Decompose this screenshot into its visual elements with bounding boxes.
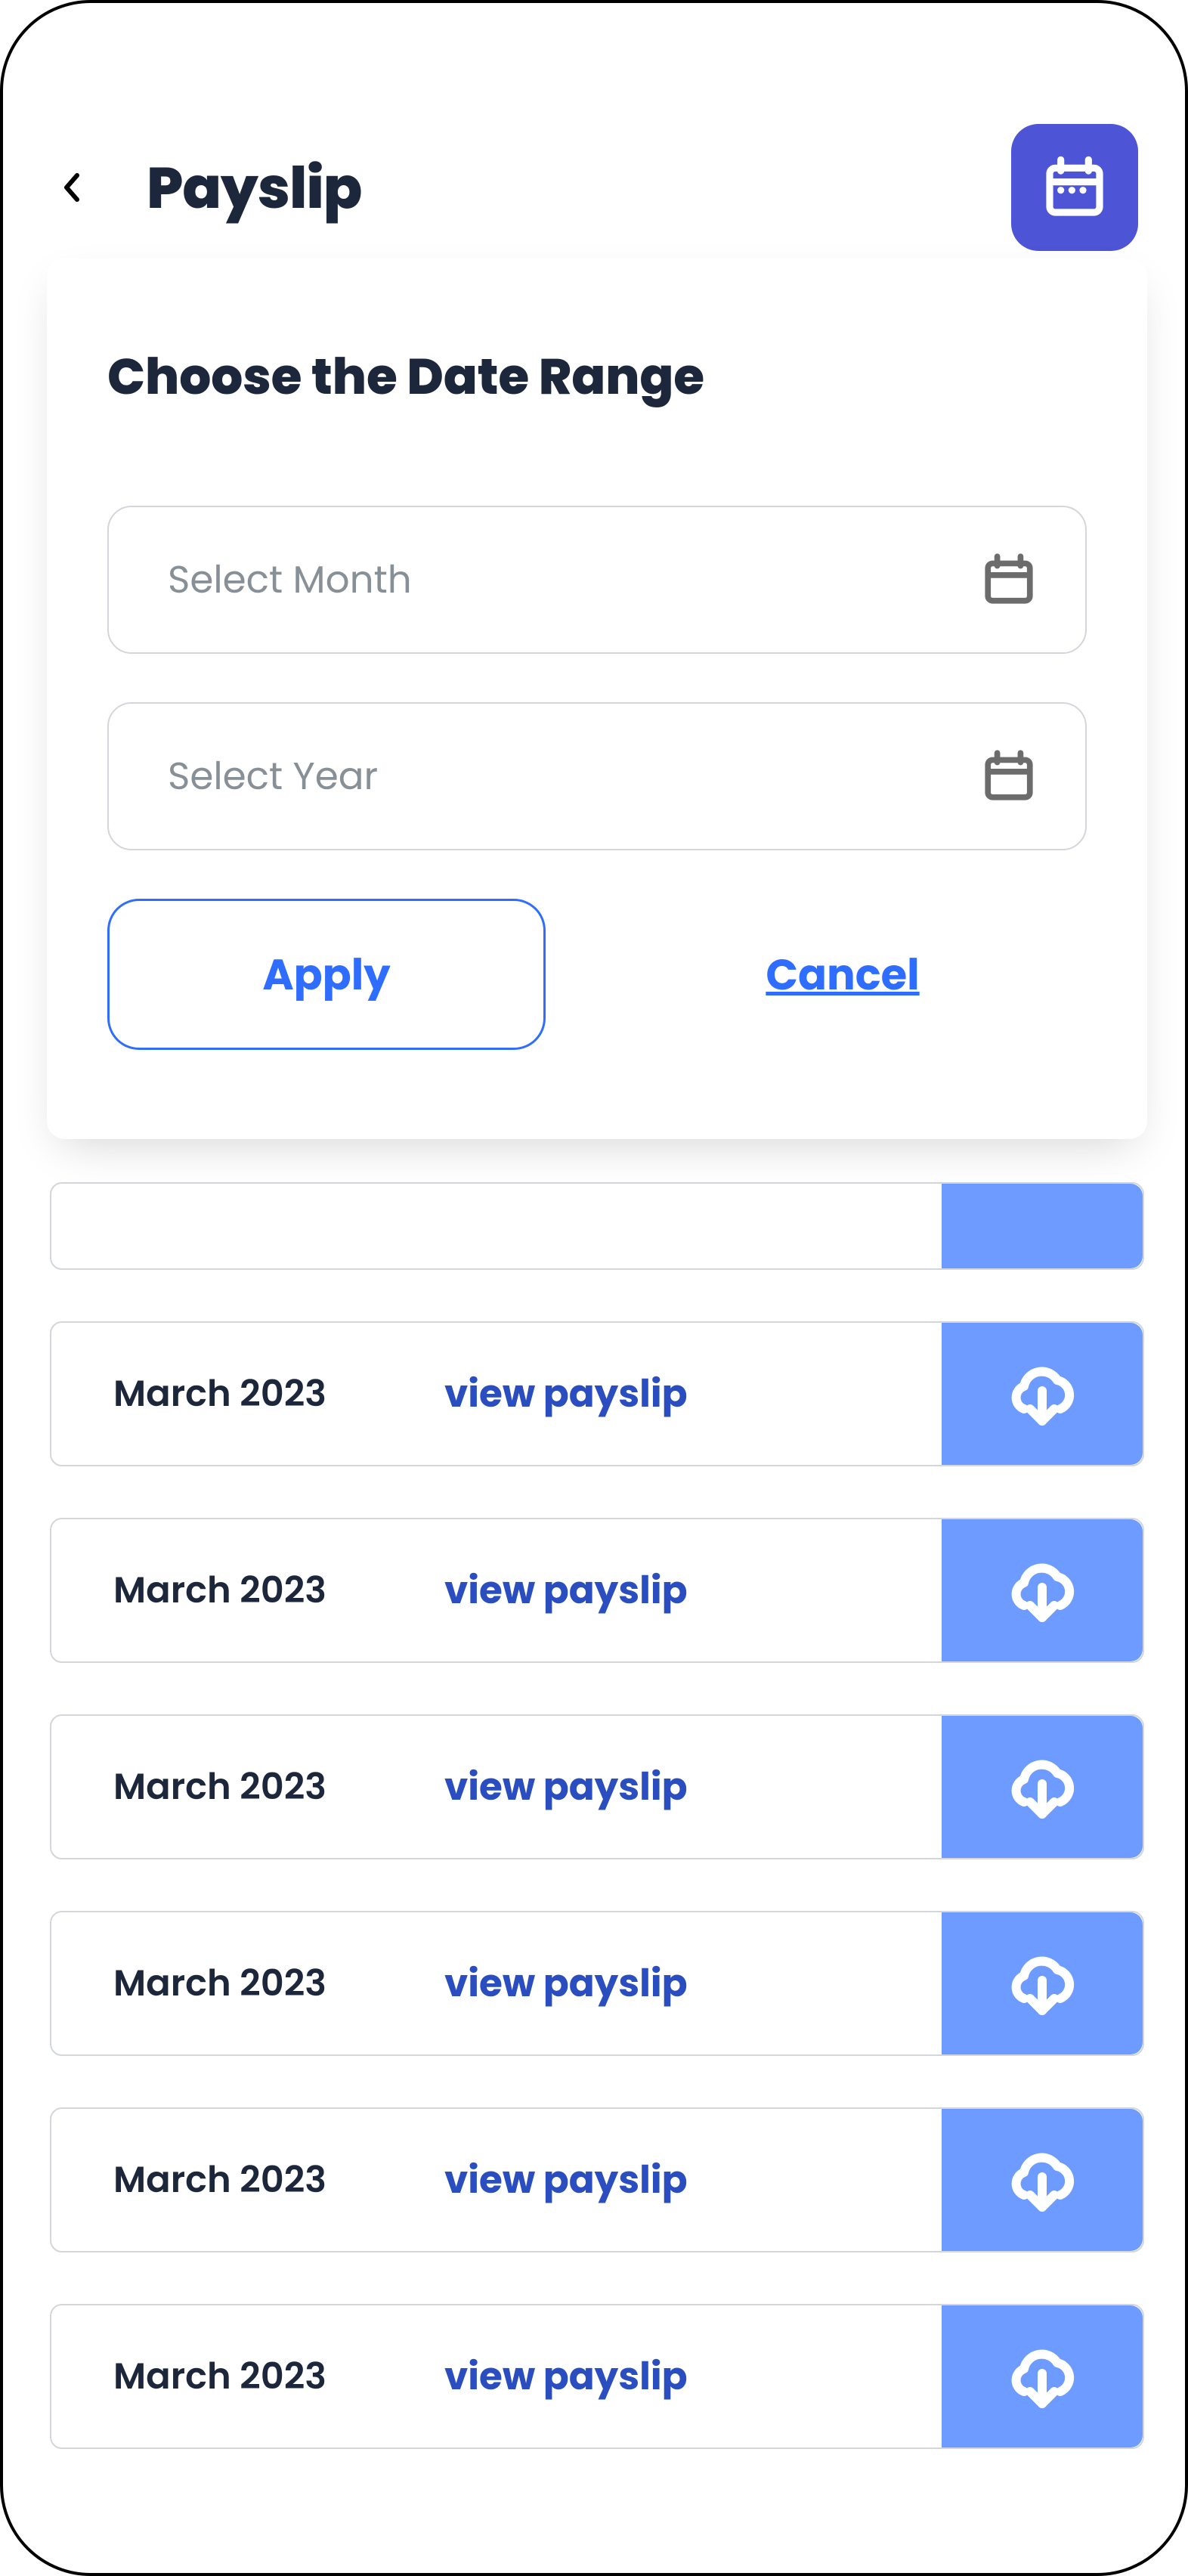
device-frame: Payslip Choose the Date Range Select Mon… bbox=[0, 0, 1188, 2576]
list-item-month: March 2023 bbox=[51, 1367, 444, 1421]
calendar-icon bbox=[981, 552, 1037, 608]
cancel-button[interactable]: Cancel bbox=[599, 943, 1087, 1007]
view-payslip-link[interactable]: view payslip bbox=[444, 1562, 942, 1619]
page-title: Payslip bbox=[147, 144, 361, 231]
chevron-left-icon bbox=[57, 172, 88, 203]
back-button[interactable] bbox=[50, 165, 95, 210]
view-payslip-link[interactable]: view payslip bbox=[444, 1758, 942, 1816]
download-button[interactable] bbox=[942, 1519, 1143, 1661]
select-year-placeholder: Select Year bbox=[168, 748, 378, 805]
download-button[interactable] bbox=[942, 2305, 1143, 2448]
modal-actions: Apply Cancel bbox=[107, 899, 1087, 1050]
calendar-icon bbox=[981, 748, 1037, 804]
cloud-download-icon bbox=[1006, 1947, 1078, 2020]
download-button-peek[interactable] bbox=[942, 1184, 1143, 1268]
select-month[interactable]: Select Month bbox=[107, 506, 1087, 654]
download-button[interactable] bbox=[942, 1323, 1143, 1465]
list-item-month: March 2023 bbox=[51, 1956, 444, 2011]
select-month-placeholder: Select Month bbox=[168, 551, 412, 608]
view-payslip-link[interactable]: view payslip bbox=[444, 2348, 942, 2405]
cloud-download-icon bbox=[1006, 2340, 1078, 2413]
date-range-modal: Choose the Date Range Select Month Selec… bbox=[47, 259, 1147, 1139]
list-item: March 2023 view payslip bbox=[50, 1321, 1144, 1466]
view-payslip-link[interactable]: view payslip bbox=[444, 1365, 942, 1423]
list-item-month: March 2023 bbox=[51, 1760, 444, 1814]
calendar-icon bbox=[1041, 154, 1108, 221]
apply-button[interactable]: Apply bbox=[107, 899, 546, 1050]
list-item: March 2023 view payslip bbox=[50, 1518, 1144, 1663]
list-item: March 2023 view payslip bbox=[50, 2304, 1144, 2449]
list-item-month: March 2023 bbox=[51, 2349, 444, 2404]
page-header: Payslip bbox=[3, 3, 1185, 251]
payslip-list: March 2023 view payslip March 2023 view … bbox=[50, 1321, 1144, 2449]
cloud-download-icon bbox=[1006, 1358, 1078, 1430]
view-payslip-link[interactable]: view payslip bbox=[444, 1955, 942, 2012]
list-item: March 2023 view payslip bbox=[50, 2107, 1144, 2252]
list-item: March 2023 view payslip bbox=[50, 1714, 1144, 1859]
modal-heading: Choose the Date Range bbox=[107, 340, 1087, 415]
open-calendar-button[interactable] bbox=[1011, 124, 1138, 251]
cloud-download-icon bbox=[1006, 1751, 1078, 1823]
download-button[interactable] bbox=[942, 1716, 1143, 1858]
list-item-month: March 2023 bbox=[51, 2153, 444, 2207]
select-year[interactable]: Select Year bbox=[107, 702, 1087, 850]
cloud-download-icon bbox=[1006, 2144, 1078, 2216]
cloud-download-icon bbox=[1006, 1554, 1078, 1627]
list-item-month: March 2023 bbox=[51, 1563, 444, 1618]
view-payslip-link[interactable]: view payslip bbox=[444, 2151, 942, 2209]
download-button[interactable] bbox=[942, 2109, 1143, 2251]
download-button[interactable] bbox=[942, 1912, 1143, 2054]
list-item: March 2023 view payslip bbox=[50, 1911, 1144, 2056]
list-item-peek bbox=[50, 1182, 1144, 1270]
